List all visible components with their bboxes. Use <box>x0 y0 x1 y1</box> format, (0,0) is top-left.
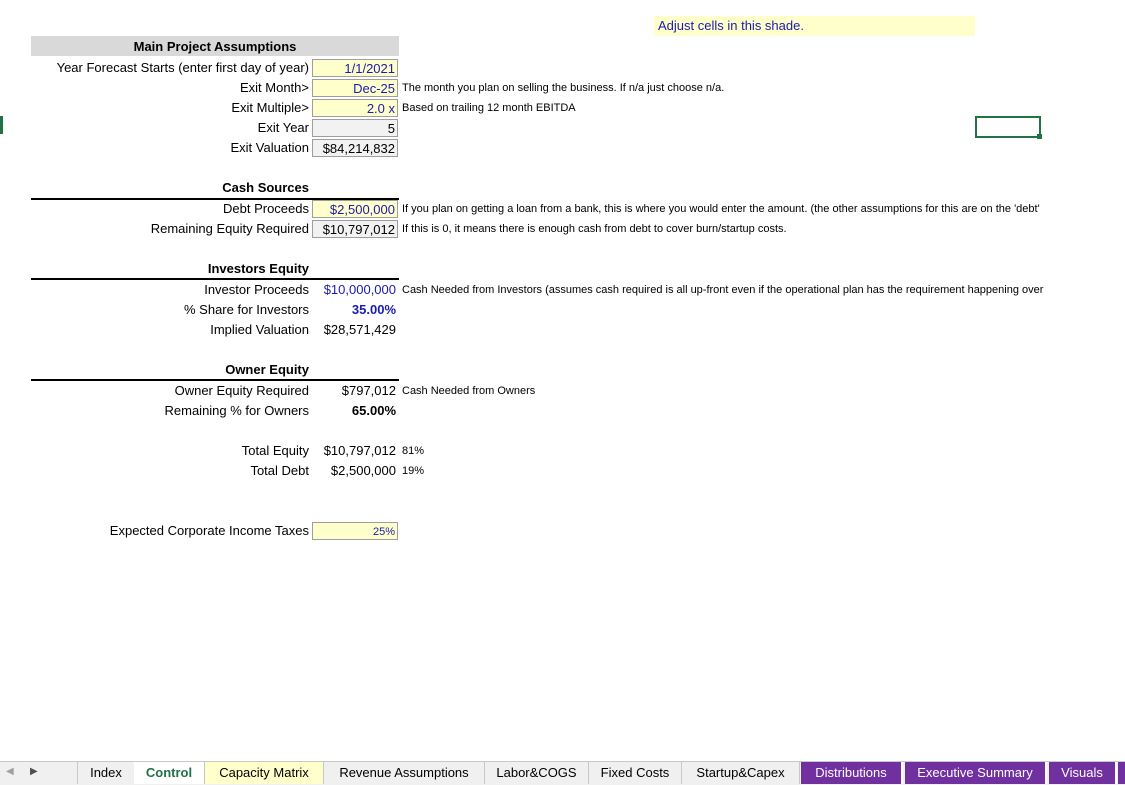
scroll-tabs-right-icon[interactable]: ▶ <box>30 766 38 777</box>
exit-multiple-label: Exit Multiple> <box>231 100 309 115</box>
tab-distributions[interactable]: Distributions <box>801 762 903 784</box>
debt-proceeds-label: Debt Proceeds <box>223 201 309 216</box>
owner-equity-note: Cash Needed from Owners <box>402 385 536 397</box>
owner-percent-value[interactable]: 65.00% <box>312 402 398 420</box>
total-debt-label: Total Debt <box>250 463 309 478</box>
investors-equity-header: Investors Equity <box>207 261 309 276</box>
cash-sources-header: Cash Sources <box>222 180 309 195</box>
investor-proceeds-value[interactable]: $10,000,000 <box>312 281 398 299</box>
main-assumptions-header: Main Project Assumptions <box>31 36 399 56</box>
sheet-tab-bar: ◀ ▶ Index Control Capacity Matrix Revenu… <box>0 761 1125 785</box>
exit-month-label: Exit Month> <box>239 80 309 95</box>
shade-legend-cell[interactable]: Adjust cells in this shade. <box>654 16 975 36</box>
exit-valuation-label: Exit Valuation <box>230 140 309 155</box>
debt-proceeds-input[interactable]: $2,500,000 <box>312 200 398 218</box>
owner-equity-header: Owner Equity <box>225 362 309 377</box>
tab-revenue-assumptions[interactable]: Revenue Assumptions <box>324 762 485 784</box>
tab-index[interactable]: Index <box>77 762 135 784</box>
total-debt-pct: 19% <box>402 465 425 477</box>
tab-executive-summary[interactable]: Executive Summary <box>905 762 1047 784</box>
owner-equity-required-label: Owner Equity Required <box>174 383 309 398</box>
forecast-start-input[interactable]: 1/1/2021 <box>312 59 398 77</box>
investor-share-value[interactable]: 35.00% <box>312 301 398 319</box>
tab-fixed-costs[interactable]: Fixed Costs <box>589 762 682 784</box>
exit-month-note: The month you plan on selling the busine… <box>402 82 725 94</box>
exit-year-value[interactable]: 5 <box>312 119 398 137</box>
debt-proceeds-note: If you plan on getting a loan from a ban… <box>402 203 1040 215</box>
owner-percent-label: Remaining % for Owners <box>164 403 310 418</box>
remaining-equity-label: Remaining Equity Required <box>150 221 309 236</box>
remaining-equity-value[interactable]: $10,797,012 <box>312 220 398 238</box>
exit-valuation-value[interactable]: $84,214,832 <box>312 139 398 157</box>
investor-share-label: % Share for Investors <box>184 302 309 317</box>
tab-labor-cogs[interactable]: Labor&COGS <box>485 762 589 784</box>
left-edge-marker <box>0 116 3 134</box>
implied-valuation-value[interactable]: $28,571,429 <box>312 321 398 339</box>
selected-cell[interactable] <box>975 116 1041 138</box>
total-equity-value[interactable]: $10,797,012 <box>312 442 398 460</box>
investor-proceeds-note: Cash Needed from Investors (assumes cash… <box>402 284 1044 296</box>
owner-equity-required-value[interactable]: $797,012 <box>312 382 398 400</box>
forecast-start-label: Year Forecast Starts (enter first day of… <box>56 60 309 75</box>
scroll-tabs-left-icon[interactable]: ◀ <box>6 766 14 777</box>
shade-legend-text: Adjust cells in this shade. <box>658 18 804 33</box>
income-tax-input[interactable]: 25% <box>312 522 398 540</box>
total-equity-label: Total Equity <box>241 443 309 458</box>
income-tax-label: Expected Corporate Income Taxes <box>109 523 309 538</box>
exit-multiple-note: Based on trailing 12 month EBITDA <box>402 102 576 114</box>
tab-visuals[interactable]: Visuals <box>1049 762 1117 784</box>
implied-valuation-label: Implied Valuation <box>210 322 309 337</box>
tab-control[interactable]: Control <box>134 762 205 784</box>
investor-proceeds-label: Investor Proceeds <box>204 282 309 297</box>
exit-multiple-input[interactable]: 2.0 x <box>312 99 398 117</box>
total-equity-pct: 81% <box>402 445 425 457</box>
tab-overflow[interactable] <box>1118 762 1125 784</box>
exit-year-label: Exit Year <box>257 120 309 135</box>
total-debt-value[interactable]: $2,500,000 <box>312 462 398 480</box>
tab-capacity-matrix[interactable]: Capacity Matrix <box>205 762 324 784</box>
exit-month-input[interactable]: Dec-25 <box>312 79 398 97</box>
remaining-equity-note: If this is 0, it means there is enough c… <box>402 223 787 235</box>
tab-startup-capex[interactable]: Startup&Capex <box>682 762 800 784</box>
fill-handle[interactable] <box>1037 134 1042 139</box>
